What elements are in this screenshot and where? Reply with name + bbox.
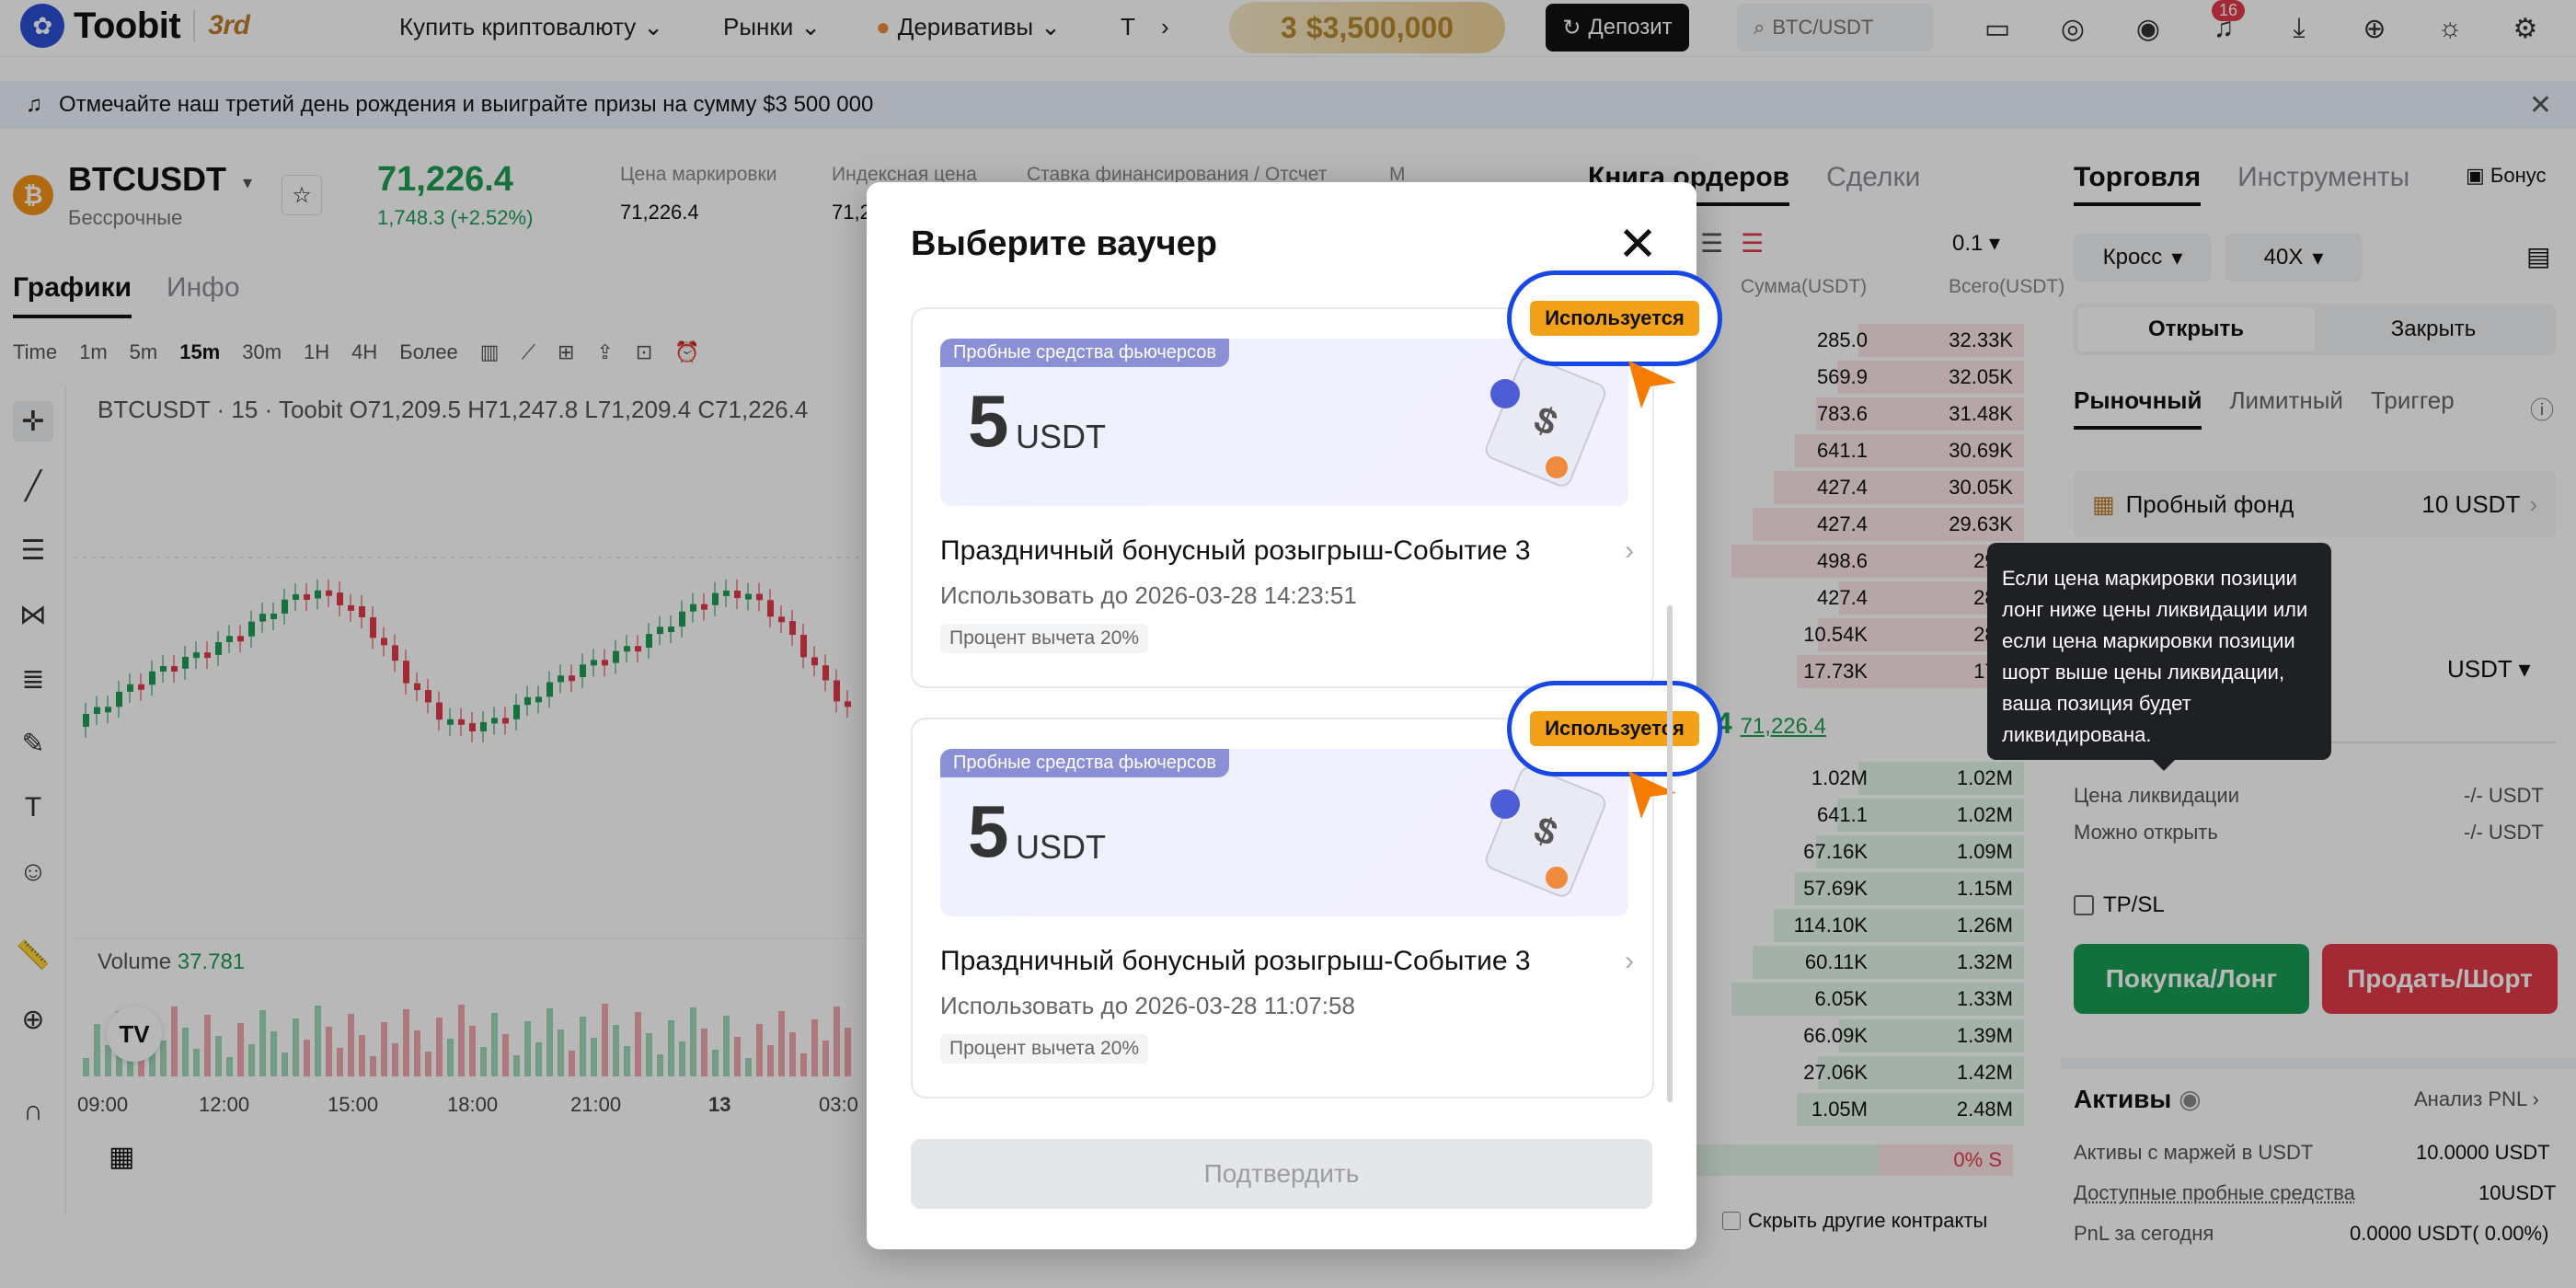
voucher-banner: Пробные средства фьючерсов 5 USDT $ [940, 339, 1628, 506]
voucher-name: Праздничный бонусный розыгрыш-Событие 3 [940, 535, 1531, 566]
voucher-amount: 5 [968, 380, 1009, 462]
status-highlight: Используется [1507, 681, 1722, 776]
voucher-tag: Пробные средства фьючерсов [940, 749, 1229, 777]
voucher-unit: USDT [1016, 418, 1106, 455]
voucher-expiry: Использовать до 2026-03-28 11:07:58 [940, 992, 1355, 1019]
modal-title: Выберите ваучер [911, 224, 1217, 263]
decor-dot [1490, 789, 1520, 819]
voucher-deduction: Процент вычета 20% [940, 624, 1149, 653]
voucher-modal: Выберите ваучер ✕ Пробные средства фьюче… [867, 182, 1722, 1249]
in-use-badge: Используется [1530, 711, 1699, 746]
voucher-deduction: Процент вычета 20% [940, 1034, 1149, 1064]
voucher-banner: Пробные средства фьючерсов 5 USDT $ [940, 749, 1628, 916]
confirm-button[interactable]: Подтвердить [911, 1139, 1652, 1209]
decor-dot [1546, 456, 1568, 478]
decor-dot [1490, 379, 1520, 408]
close-icon[interactable]: ✕ [1614, 221, 1662, 269]
voucher-unit: USDT [1016, 828, 1106, 866]
voucher-amount: 5 [968, 790, 1009, 872]
voucher-name: Праздничный бонусный розыгрыш-Событие 3 [940, 946, 1531, 976]
voucher-tag: Пробные средства фьючерсов [940, 339, 1229, 367]
status-highlight: Используется [1507, 270, 1722, 366]
liquidation-tooltip: Если цена маркировки позиции лонг ниже ц… [1987, 543, 2331, 771]
pointer-cursor-icon [1628, 361, 1676, 408]
voucher-expiry: Использовать до 2026-03-28 14:23:51 [940, 581, 1357, 609]
voucher-card[interactable]: Пробные средства фьючерсов 5 USDT $ Праз… [911, 681, 1722, 1098]
in-use-badge: Используется [1530, 301, 1699, 336]
chevron-right-icon[interactable]: › [1625, 535, 1634, 567]
voucher-card[interactable]: Пробные средства фьючерсов 5 USDT $ Праз… [911, 270, 1722, 688]
chevron-right-icon[interactable]: › [1625, 946, 1634, 977]
scrollbar[interactable] [1667, 605, 1673, 1102]
decor-dot [1546, 867, 1568, 889]
